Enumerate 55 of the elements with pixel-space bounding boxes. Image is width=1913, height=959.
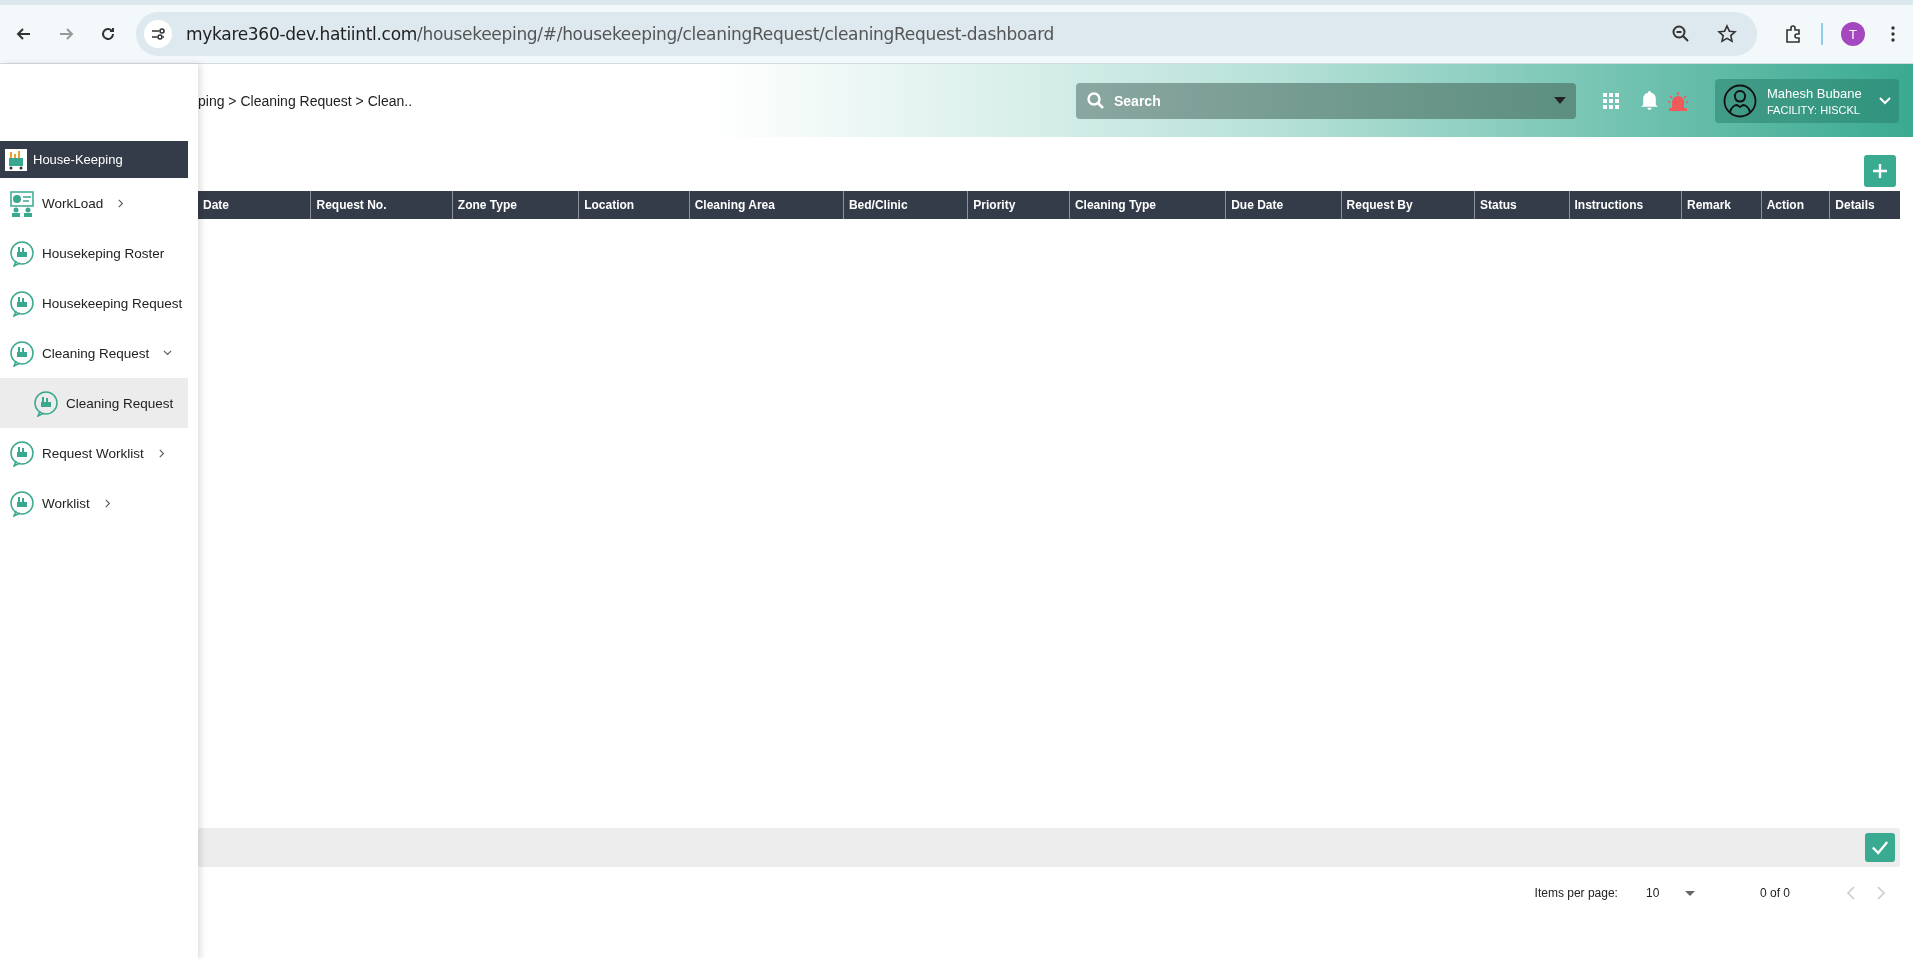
dropdown-caret-icon [1685, 890, 1696, 896]
breadcrumb: ping > Cleaning Request > Clean.. [198, 92, 414, 109]
column-header: Cleaning Area [688, 191, 843, 219]
column-header: Zone Type [451, 191, 579, 219]
chat-bubble-icon [8, 289, 36, 317]
cart-icon [5, 148, 27, 171]
sidebar-item[interactable]: Cleaning Request [0, 328, 188, 378]
chat-bubble-icon [8, 239, 36, 267]
sidebar-item[interactable]: Housekeping Roster [0, 228, 188, 278]
sidebar-item[interactable]: Worklist [0, 478, 188, 528]
user-menu[interactable]: Mahesh Bubane FACILITY: HISCKL [1715, 78, 1899, 123]
confirm-button[interactable] [1865, 833, 1895, 862]
sidebar-item[interactable]: WorkLoad [0, 178, 188, 228]
column-header: Request No. [310, 191, 452, 219]
extensions-icon[interactable] [1783, 24, 1803, 44]
column-header: Cleaning Type [1068, 191, 1226, 219]
page-size-select[interactable]: 10 [1645, 886, 1736, 900]
items-per-page-label: Items per page: [1534, 886, 1618, 900]
checkmark-icon [1871, 840, 1889, 855]
chevron-down-icon [1879, 96, 1891, 105]
user-name: Mahesh Bubane [1767, 85, 1863, 101]
column-header: Priority [967, 191, 1069, 219]
column-header: Details [1829, 191, 1900, 219]
column-header: Date [202, 197, 230, 214]
chat-bubble-icon [8, 489, 36, 517]
site-settings-icon[interactable] [144, 20, 172, 48]
search-icon [1086, 90, 1106, 111]
chat-bubble-icon [8, 339, 36, 367]
facility-label: FACILITY: HISCKL [1767, 103, 1861, 116]
column-header: Bed/Clinic [842, 191, 968, 219]
dashboard-icon [8, 189, 36, 217]
dropdown-caret-icon[interactable] [1554, 97, 1566, 104]
page-range: 0 of 0 [1759, 886, 1790, 900]
add-button[interactable] [1864, 155, 1896, 187]
user-avatar-icon [1723, 83, 1757, 118]
star-icon[interactable] [1717, 24, 1737, 44]
plus-icon [1872, 163, 1888, 179]
column-header: Due Date [1225, 191, 1341, 219]
column-header: Remark [1681, 191, 1761, 219]
profile-avatar[interactable]: T [1841, 22, 1865, 46]
column-header: Status [1473, 191, 1569, 219]
zoom-icon[interactable] [1671, 24, 1691, 44]
address-bar[interactable]: mykare360-dev.hatiintl.com/housekeeping/#/housekeeping/cleaningRequest/cleaningRequest-dashboard [136, 12, 1757, 56]
column-header: Request By [1340, 191, 1474, 219]
column-header: Instructions [1568, 191, 1681, 219]
sidebar-item[interactable]: Housekeeping Request [0, 278, 188, 328]
search-field[interactable]: Search [1076, 82, 1576, 119]
search-input[interactable]: Search [1112, 91, 1548, 110]
sidebar-item[interactable]: Request Worklist [0, 428, 188, 478]
module-title: House-Keeping [33, 152, 123, 167]
column-header: Action [1760, 191, 1830, 219]
sidebar-item[interactable]: Cleaning Request [0, 378, 188, 428]
chat-bubble-icon [32, 389, 60, 417]
column-header: Location [578, 191, 689, 219]
chat-bubble-icon [8, 439, 36, 467]
